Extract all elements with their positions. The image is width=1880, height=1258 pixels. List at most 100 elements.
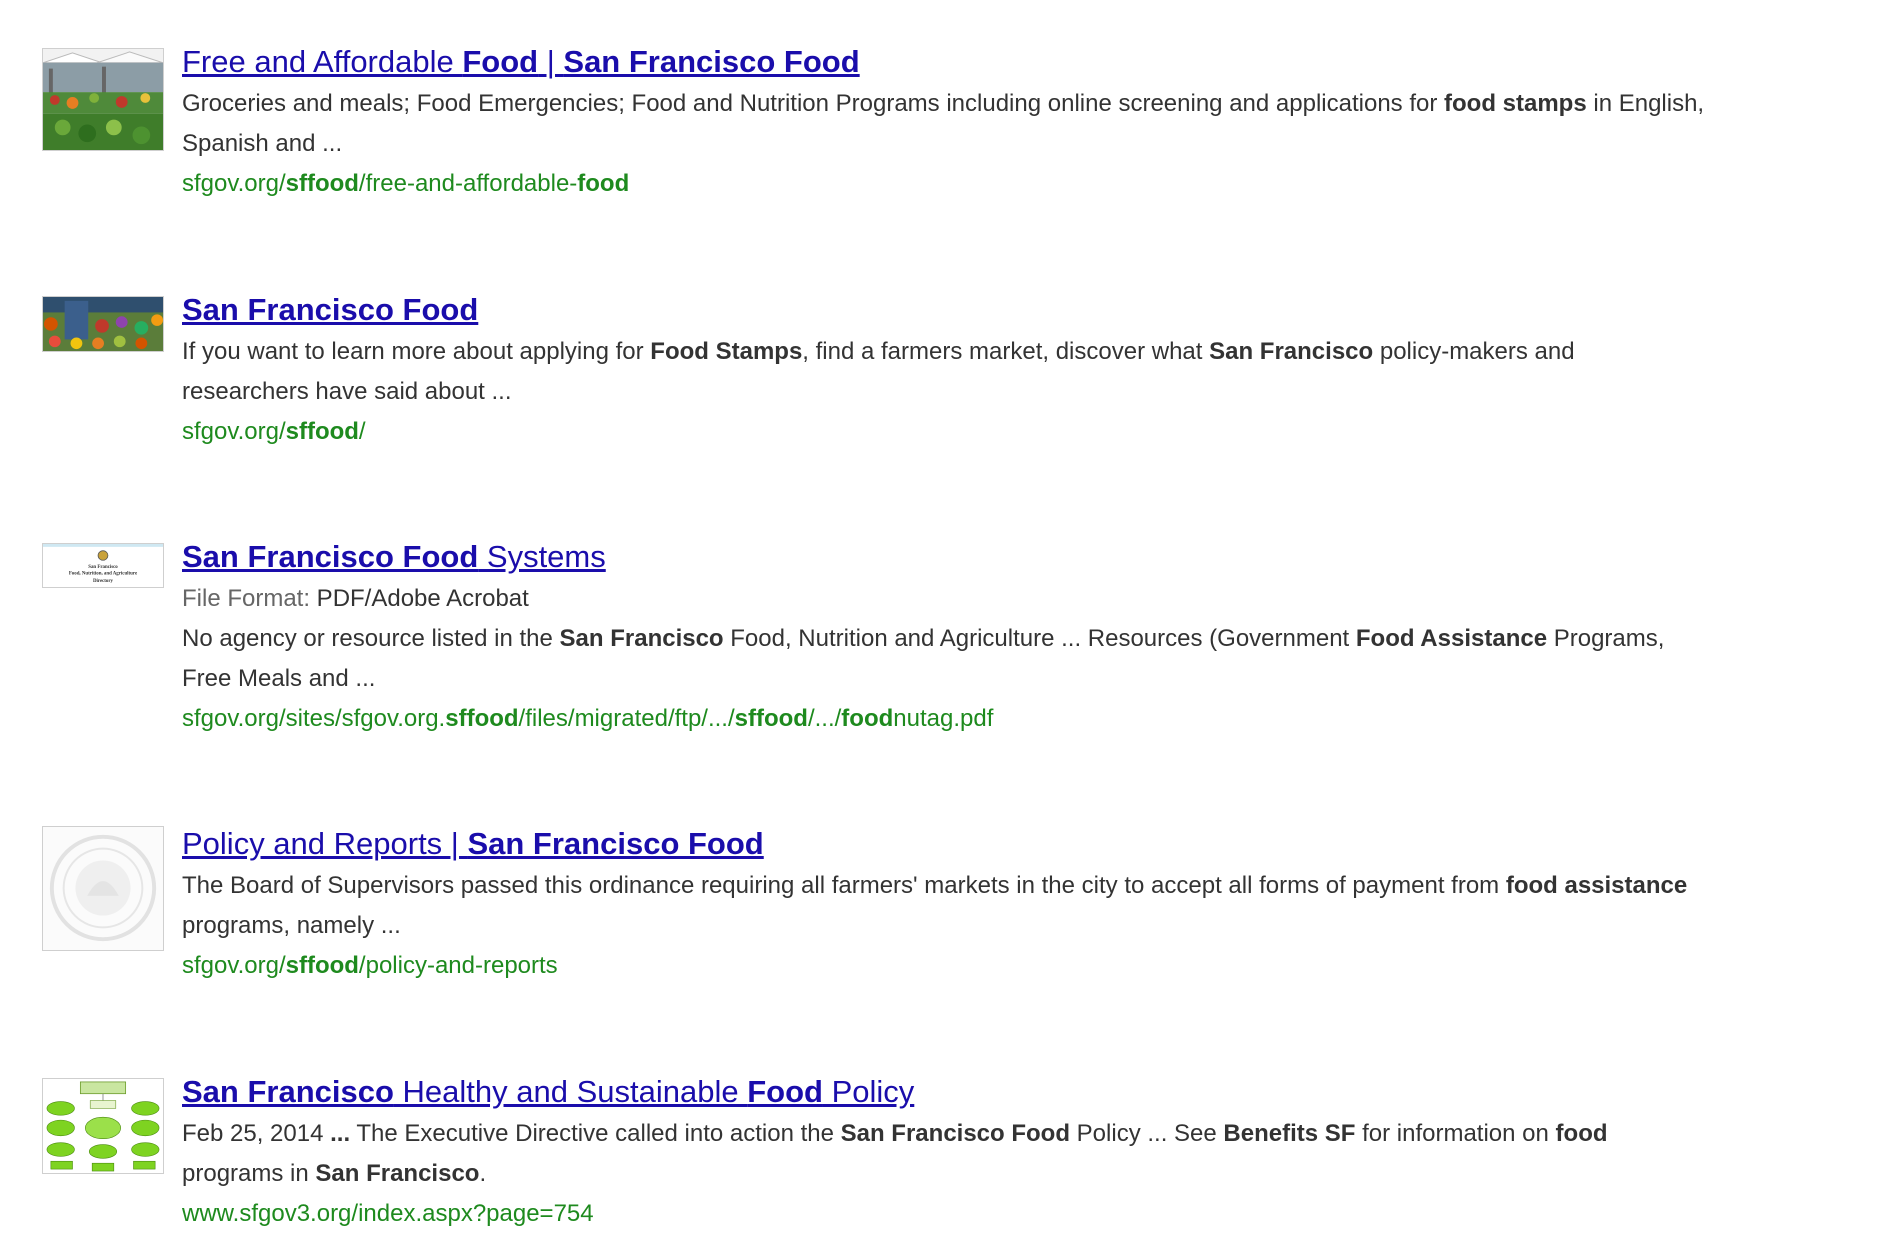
text-segment: /policy-and-reports: [358, 952, 558, 979]
highlighted-term: food: [841, 705, 894, 732]
text-segment: sfgov.org/: [182, 170, 286, 197]
result-url[interactable]: sfgov.org/sites/sfgov.org.sffood/files/m…: [182, 699, 1852, 739]
text-segment: programs, namely ...: [182, 912, 401, 939]
text-segment: Healthy and Sustainable: [393, 1074, 748, 1109]
result-snippet-line: Free Meals and ...: [182, 659, 1852, 699]
highlighted-term: sffood: [445, 705, 519, 732]
text-segment: The Board of Supervisors passed this ord…: [182, 872, 1506, 899]
highlighted-term: food stamps: [1444, 90, 1587, 117]
result-snippet-line: If you want to learn more about applying…: [182, 332, 1852, 372]
highlighted-term: Benefits SF: [1223, 1120, 1356, 1147]
text-segment: /.../: [807, 705, 842, 732]
highlighted-term: Food: [747, 1074, 823, 1109]
pdf-cover-text: Food, Nutrition, and Agriculture: [69, 572, 138, 577]
text-segment: Free Meals and ...: [182, 665, 376, 692]
result-snippet-line: The Board of Supervisors passed this ord…: [182, 866, 1852, 906]
highlighted-term: Food Stamps: [650, 338, 803, 365]
text-segment: |: [538, 44, 564, 79]
highlighted-term: San Francisco: [182, 1074, 394, 1109]
text-segment: Policy and Reports |: [182, 826, 468, 861]
text-segment: www.sfgov3.org/index.aspx?page=754: [182, 1200, 594, 1227]
highlighted-term: sffood: [734, 705, 808, 732]
highlighted-term: San Francisco Food: [182, 539, 479, 574]
text-segment: programs in: [182, 1160, 316, 1187]
result-thumbnail[interactable]: [42, 48, 164, 151]
file-format-label: File Format:: [182, 585, 311, 612]
result-title-link[interactable]: Free and Affordable Food | San Francisco…: [182, 44, 1852, 80]
text-segment: sfgov.org/: [182, 418, 286, 445]
highlighted-term: San Francisco Food: [182, 292, 479, 327]
highlighted-term: food assistance: [1505, 872, 1688, 899]
highlighted-term: San Francisco Food: [840, 1120, 1070, 1147]
text-segment: nutag.pdf: [893, 705, 994, 732]
farmers-market-photo-icon: [43, 49, 163, 150]
highlighted-term: food: [577, 170, 630, 197]
highlighted-term: San Francisco: [559, 625, 724, 652]
text-segment: The Executive Directive called into acti…: [350, 1120, 841, 1147]
result-thumbnail[interactable]: [42, 826, 164, 951]
text-segment: Systems: [478, 539, 606, 574]
city-seal-icon: [43, 827, 163, 950]
result-body: San Francisco Food If you want to learn …: [182, 292, 1852, 452]
pdf-cover-text: Directory: [93, 579, 114, 584]
result-body: Policy and Reports | San Francisco Food …: [182, 826, 1852, 986]
result-body: Free and Affordable Food | San Francisco…: [182, 44, 1852, 204]
file-format-value: PDF/Adobe Acrobat: [310, 585, 529, 612]
highlighted-term: Food: [462, 44, 539, 79]
text-segment: Free and Affordable: [182, 44, 463, 79]
text-segment: Groceries and meals; Food Emergencies; F…: [182, 90, 1445, 117]
highlighted-term: San Francisco: [315, 1160, 480, 1187]
produce-stand-photo-icon: [43, 297, 163, 351]
result-snippet-line: Spanish and ...: [182, 124, 1852, 164]
result-title-link[interactable]: San Francisco Food Systems: [182, 539, 1852, 575]
text-segment: , find a farmers market, discover what: [802, 338, 1210, 365]
text-segment: /files/migrated/ftp/.../: [518, 705, 735, 732]
text-segment: Food, Nutrition and Agriculture ... Reso…: [723, 625, 1356, 652]
result-snippet-line: Groceries and meals; Food Emergencies; F…: [182, 84, 1852, 124]
result-body: San Francisco Healthy and Sustainable Fo…: [182, 1074, 1852, 1234]
text-segment: No agency or resource listed in the: [182, 625, 560, 652]
result-snippet-line: No agency or resource listed in the San …: [182, 619, 1852, 659]
pdf-cover-icon: San Francisco Food, Nutrition, and Agric…: [43, 544, 163, 587]
text-segment: Policy ... See: [1070, 1120, 1224, 1147]
highlighted-term: sffood: [285, 952, 359, 979]
result-url[interactable]: sfgov.org/sffood/free-and-affordable-foo…: [182, 164, 1852, 204]
text-segment: /: [358, 418, 366, 445]
text-segment: in English,: [1586, 90, 1705, 117]
result-body: San Francisco Food Systems File Format: …: [182, 539, 1852, 739]
text-segment: Spanish and ...: [182, 130, 343, 157]
text-segment: sfgov.org/sites/sfgov.org.: [182, 705, 446, 732]
text-segment: sfgov.org/: [182, 952, 286, 979]
highlighted-term: San Francisco Food: [563, 44, 860, 79]
text-segment: .: [479, 1160, 487, 1187]
result-title-link[interactable]: Policy and Reports | San Francisco Food: [182, 826, 1852, 862]
result-snippet-line: programs in San Francisco.: [182, 1154, 1852, 1194]
result-url[interactable]: sfgov.org/sffood/policy-and-reports: [182, 946, 1852, 986]
result-url[interactable]: sfgov.org/sffood/: [182, 412, 1852, 452]
highlighted-term: sffood: [285, 418, 359, 445]
text-segment: Policy: [822, 1074, 915, 1109]
result-snippet-line: researchers have said about ...: [182, 372, 1852, 412]
text-segment: for information on: [1355, 1120, 1556, 1147]
text-segment: If you want to learn more about applying…: [182, 338, 651, 365]
result-title-link[interactable]: San Francisco Food: [182, 292, 1852, 328]
result-url[interactable]: www.sfgov3.org/index.aspx?page=754: [182, 1194, 1852, 1234]
result-title-link[interactable]: San Francisco Healthy and Sustainable Fo…: [182, 1074, 1852, 1110]
text-segment: Programs,: [1547, 625, 1665, 652]
text-segment: Feb 25, 2014: [182, 1120, 331, 1147]
result-thumbnail[interactable]: San Francisco Food, Nutrition, and Agric…: [42, 543, 164, 588]
pdf-cover-text: San Francisco: [88, 565, 118, 570]
highlighted-term: Food Assistance: [1355, 625, 1548, 652]
result-snippet-line: programs, namely ...: [182, 906, 1852, 946]
result-thumbnail[interactable]: [42, 1078, 164, 1174]
highlighted-term: San Francisco Food: [467, 826, 764, 861]
org-chart-diagram-icon: [43, 1079, 163, 1173]
text-segment: policy-makers and: [1373, 338, 1575, 365]
text-segment: researchers have said about ...: [182, 378, 512, 405]
result-snippet-line: Feb 25, 2014 ... The Executive Directive…: [182, 1114, 1852, 1154]
result-thumbnail[interactable]: [42, 296, 164, 352]
highlighted-term: San Francisco: [1209, 338, 1374, 365]
text-segment: /free-and-affordable-: [358, 170, 578, 197]
search-results: Free and Affordable Food | San Francisco…: [0, 0, 1880, 1258]
highlighted-term: sffood: [285, 170, 359, 197]
